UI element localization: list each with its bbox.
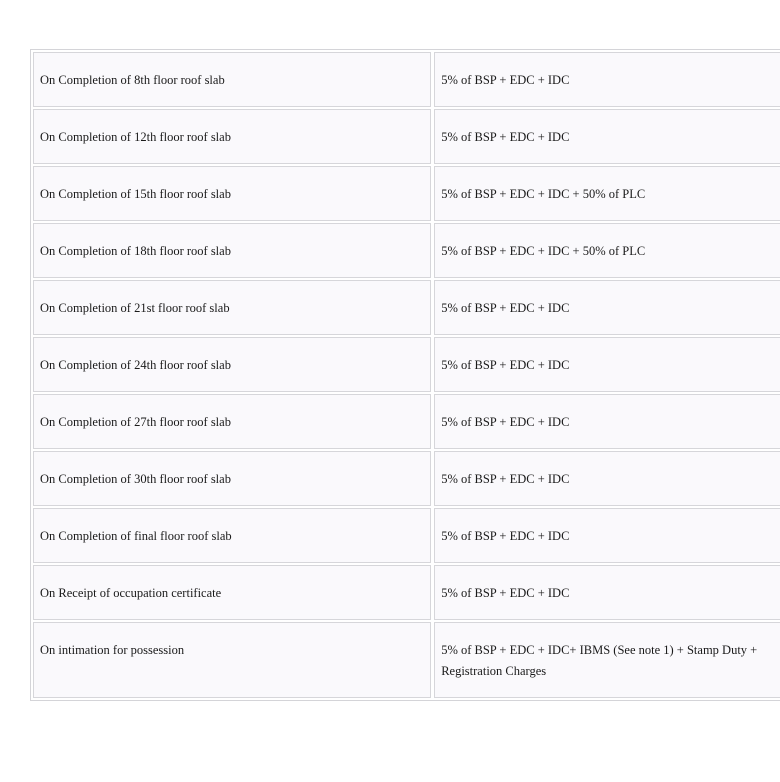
payment-plan-table: On Completion of 8th floor roof slab 5% …: [30, 49, 780, 701]
table-row: On Completion of 15th floor roof slab 5%…: [33, 166, 780, 221]
amount-cell: 5% of BSP + EDC + IDC: [434, 394, 780, 449]
amount-cell: 5% of BSP + EDC + IDC: [434, 109, 780, 164]
table-row: On Completion of 12th floor roof slab 5%…: [33, 109, 780, 164]
table-row: On Completion of 24th floor roof slab 5%…: [33, 337, 780, 392]
amount-cell: 5% of BSP + EDC + IDC+ IBMS (See note 1)…: [434, 622, 780, 698]
table-row: On Completion of 18th floor roof slab 5%…: [33, 223, 780, 278]
stage-cell: On Completion of 27th floor roof slab: [33, 394, 432, 449]
amount-cell: 5% of BSP + EDC + IDC: [434, 280, 780, 335]
table-row: On Receipt of occupation certificate 5% …: [33, 565, 780, 620]
amount-cell: 5% of BSP + EDC + IDC: [434, 52, 780, 107]
table-row: On Completion of 21st floor roof slab 5%…: [33, 280, 780, 335]
stage-cell: On Completion of 30th floor roof slab: [33, 451, 432, 506]
stage-cell: On intimation for possession: [33, 622, 432, 698]
table-row: On intimation for possession 5% of BSP +…: [33, 622, 780, 698]
stage-cell: On Completion of 18th floor roof slab: [33, 223, 432, 278]
table-row: On Completion of 27th floor roof slab 5%…: [33, 394, 780, 449]
table-row: On Completion of final floor roof slab 5…: [33, 508, 780, 563]
amount-cell: 5% of BSP + EDC + IDC: [434, 508, 780, 563]
stage-cell: On Completion of 15th floor roof slab: [33, 166, 432, 221]
amount-cell: 5% of BSP + EDC + IDC + 50% of PLC: [434, 166, 780, 221]
stage-cell: On Completion of 12th floor roof slab: [33, 109, 432, 164]
amount-cell: 5% of BSP + EDC + IDC: [434, 565, 780, 620]
table-row: On Completion of 30th floor roof slab 5%…: [33, 451, 780, 506]
stage-cell: On Completion of final floor roof slab: [33, 508, 432, 563]
amount-cell: 5% of BSP + EDC + IDC: [434, 451, 780, 506]
stage-cell: On Completion of 21st floor roof slab: [33, 280, 432, 335]
table-row: On Completion of 8th floor roof slab 5% …: [33, 52, 780, 107]
stage-cell: On Completion of 8th floor roof slab: [33, 52, 432, 107]
amount-line: Registration Charges: [441, 664, 547, 678]
stage-cell: On Receipt of occupation certificate: [33, 565, 432, 620]
amount-line: 5% of BSP + EDC + IDC+ IBMS (See note 1)…: [441, 643, 758, 657]
amount-cell: 5% of BSP + EDC + IDC: [434, 337, 780, 392]
amount-cell: 5% of BSP + EDC + IDC + 50% of PLC: [434, 223, 780, 278]
stage-cell: On Completion of 24th floor roof slab: [33, 337, 432, 392]
